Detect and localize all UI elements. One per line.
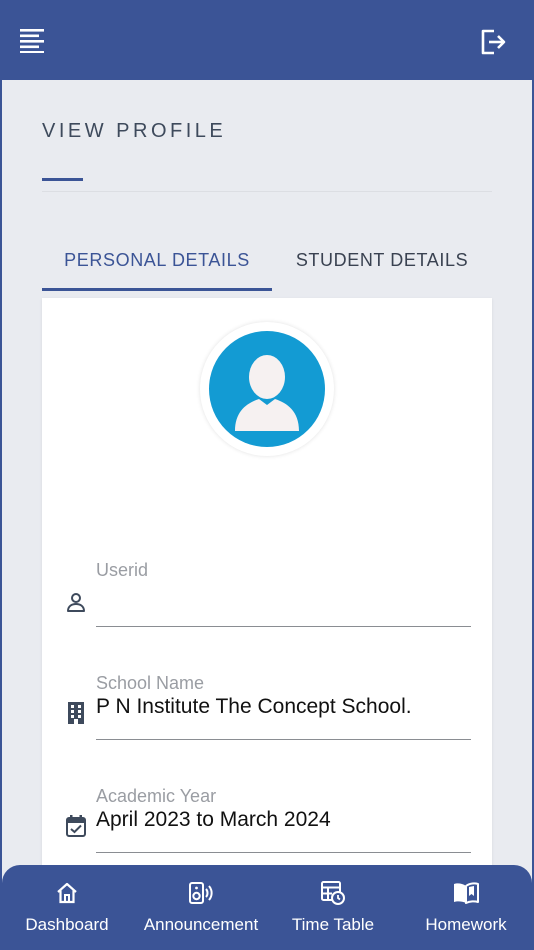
logout-icon[interactable]	[472, 22, 512, 62]
building-icon	[64, 701, 88, 725]
user-silhouette-icon	[209, 331, 325, 447]
nav-timetable[interactable]: Time Table	[268, 865, 398, 950]
profile-card: Userid School Name P N Institute The Con…	[42, 298, 492, 950]
school-name-value: P N Institute The Concept School.	[96, 695, 412, 718]
userid-label: Userid	[96, 560, 149, 580]
home-icon	[53, 879, 81, 907]
person-icon	[64, 590, 88, 614]
speaker-icon	[187, 879, 215, 907]
menu-icon[interactable]	[14, 22, 50, 58]
nav-announcement-label: Announcement	[143, 915, 259, 934]
school-name-label: School Name	[96, 673, 205, 693]
school-name-field[interactable]: School Name P N Institute The Concept Sc…	[42, 673, 492, 753]
academic-year-label: Academic Year	[96, 786, 217, 806]
tab-personal-details[interactable]: PERSONAL DETAILS	[42, 228, 272, 292]
timetable-icon	[319, 879, 347, 907]
nav-homework[interactable]: Homework	[400, 865, 532, 950]
page-title: VIEW PROFILE	[42, 120, 227, 142]
calendar-check-icon	[64, 814, 88, 838]
academic-year-field[interactable]: Academic Year April 2023 to March 2024	[42, 786, 492, 866]
school-name-underline	[96, 739, 471, 740]
title-underline	[42, 178, 83, 181]
main-content: VIEW PROFILE PERSONAL DETAILS STUDENT DE…	[2, 80, 532, 950]
tab-student-details[interactable]: STUDENT DETAILS	[272, 228, 492, 292]
title-divider	[42, 191, 492, 192]
profile-tabs: PERSONAL DETAILS STUDENT DETAILS	[42, 228, 492, 292]
nav-dashboard-label: Dashboard	[25, 915, 109, 934]
nav-homework-label: Homework	[425, 915, 507, 934]
nav-dashboard[interactable]: Dashboard	[2, 865, 132, 950]
userid-field[interactable]: Userid	[42, 560, 492, 640]
academic-year-underline	[96, 852, 471, 853]
nav-announcement[interactable]: Announcement	[134, 865, 268, 950]
bottom-navigation: Dashboard Announcement Time Table Homewo…	[2, 865, 532, 950]
active-tab-indicator	[42, 288, 272, 291]
app-header	[0, 0, 534, 80]
book-icon	[452, 879, 480, 907]
academic-year-value: April 2023 to March 2024	[96, 808, 331, 831]
userid-underline	[96, 626, 471, 627]
nav-timetable-label: Time Table	[291, 915, 375, 934]
avatar	[200, 322, 334, 456]
